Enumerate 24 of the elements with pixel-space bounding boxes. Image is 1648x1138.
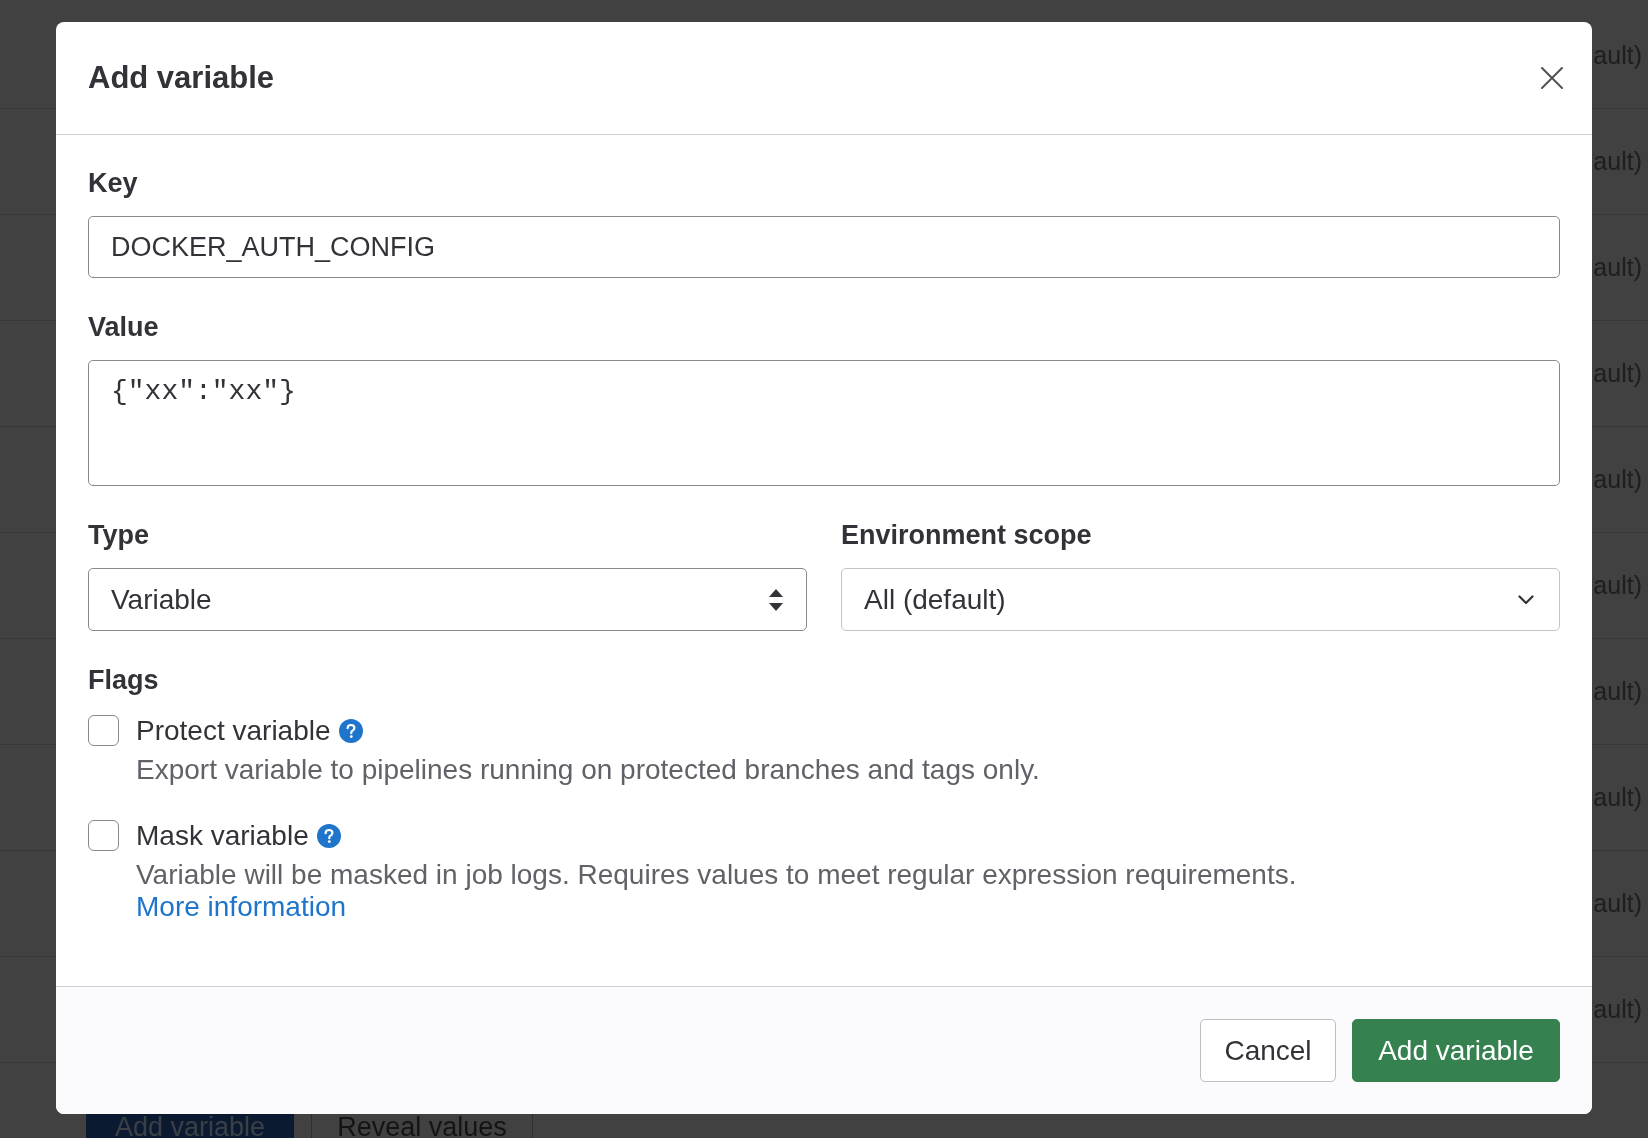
- sort-icon: [769, 588, 783, 611]
- chevron-down-icon: [1518, 594, 1534, 605]
- checkbox[interactable]: [88, 820, 119, 851]
- help-text: Export variable to pipelines running on protected branches and tags only.: [136, 754, 1041, 786]
- field-label: Value: [88, 311, 160, 343]
- environment-scope-dropdown[interactable]: All (default): [841, 568, 1560, 631]
- cancel-button[interactable]: Cancel: [1200, 1019, 1336, 1082]
- field-label: Type: [88, 519, 150, 551]
- help-icon[interactable]: [316, 823, 341, 848]
- field-label: Flags: [88, 664, 160, 696]
- add-variable-button[interactable]: Add variable: [1352, 1019, 1560, 1082]
- checkbox[interactable]: [88, 715, 119, 746]
- key-input[interactable]: DOCKER_AUTH_CONFIG: [88, 216, 1560, 278]
- more-information-link[interactable]: More information: [136, 891, 347, 922]
- help-icon[interactable]: [338, 718, 363, 743]
- modal-title: Add variable: [88, 60, 275, 96]
- help-text: Variable will be masked in job logs. Requires values to meet regular expression requirements. More information: [136, 859, 1298, 923]
- value-textarea[interactable]: {"xx":"xx"}: [88, 360, 1560, 486]
- field-label: Key: [88, 167, 139, 199]
- close-icon[interactable]: [1541, 67, 1563, 89]
- field-label: Environment scope: [841, 519, 1093, 551]
- type-select[interactable]: Variable: [88, 568, 807, 631]
- checkbox-label[interactable]: Protect variable: [136, 714, 331, 747]
- checkbox-label[interactable]: Mask variable: [136, 819, 309, 852]
